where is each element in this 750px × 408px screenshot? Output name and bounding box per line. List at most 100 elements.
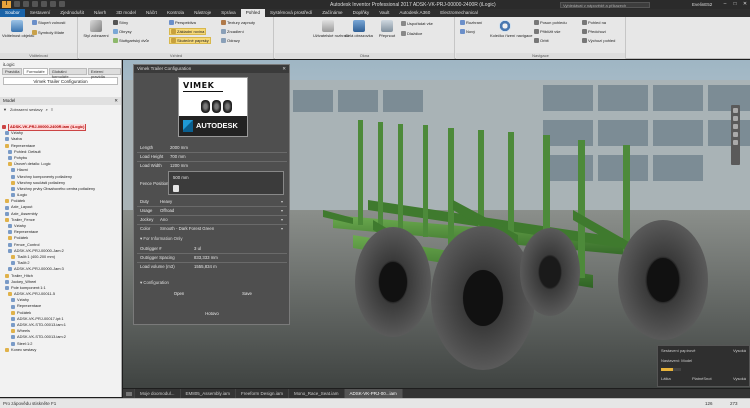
ilogic-tab-rules[interactable]: Pravidla [2, 68, 23, 75]
info-section-header[interactable]: ▾ For Information Only [140, 236, 183, 242]
jockey-select[interactable]: Ano [160, 217, 168, 222]
shadows-button[interactable]: Stíny [113, 20, 128, 25]
ribbon-tab[interactable]: Nástroje [189, 9, 216, 17]
zoom-icon[interactable] [733, 124, 738, 129]
environment-button[interactable]: Stuttgartský dvůr [113, 38, 149, 43]
reflections-button[interactable]: Odrazy [221, 38, 240, 43]
new-window-button[interactable]: Nový [460, 29, 475, 34]
minimize-icon[interactable]: – [722, 1, 728, 7]
close-icon[interactable]: ✕ [282, 65, 289, 73]
user-interface-button[interactable]: Uživatelské rozhraní [313, 20, 349, 38]
ribbon-tab[interactable]: Zjednodušit [55, 9, 89, 17]
document-tab[interactable]: EM805_Assembly.iam [181, 389, 236, 398]
open-button[interactable]: Open [168, 291, 190, 296]
autodesk-wordmark: AUTODESK [179, 116, 247, 136]
close-icon[interactable]: ✕ [114, 98, 118, 104]
ribbon-tab[interactable]: Vault [374, 9, 394, 17]
render-quality[interactable]: Vysoká [733, 348, 746, 353]
imate-symbols-button[interactable]: Symboly iMate [32, 30, 64, 35]
ground-plane-button[interactable]: Základní rovina [169, 28, 207, 35]
perspective-button[interactable]: Perspektiva [169, 20, 196, 25]
tab-overview-icon[interactable] [123, 389, 135, 398]
ribbon-tab[interactable]: Soubor [0, 9, 25, 17]
ribbon-tab[interactable]: Pohled [240, 9, 266, 17]
inventor-logo[interactable]: I [2, 1, 11, 8]
ribbon-tab[interactable]: Sestavení [25, 9, 55, 17]
user-name[interactable]: EvelinE52 [692, 2, 712, 7]
pan-icon[interactable] [733, 116, 738, 121]
previous-view-button[interactable]: Předchozí [582, 29, 606, 34]
ribbon-tab[interactable]: Návrh [89, 9, 111, 17]
ribbon-tab[interactable]: 3D model [111, 9, 141, 17]
ilogic-tab-external-rules[interactable]: Externí pravidla [87, 68, 121, 79]
save-icon[interactable] [32, 1, 38, 7]
duty-select[interactable]: Heavy [160, 199, 172, 204]
zoom-all-button[interactable]: Přiblížit vše [534, 29, 560, 34]
full-screen-button[interactable]: Celá obrazovka [345, 20, 373, 38]
chevron-down-icon[interactable]: ▾ [281, 199, 283, 204]
document-tabs: Moje doomodul... EM805_Assembly.iam Freefo… [123, 389, 750, 398]
document-tab[interactable]: Mono_Race_Seat.iam [289, 389, 345, 398]
outlines-button[interactable]: Obrysy [113, 29, 132, 34]
redo-icon[interactable] [50, 1, 56, 7]
load-width-value[interactable]: 1200 mm [170, 163, 188, 168]
done-button[interactable]: Hotovo [196, 311, 228, 316]
filter-icon[interactable]: ▼ [3, 107, 7, 112]
tree-node-icon [5, 347, 9, 352]
ilogic-tab-global-forms[interactable]: Globální formuláře [48, 68, 87, 79]
tree-node[interactable]: Konec sestavy [0, 347, 121, 353]
tile-button[interactable]: Dlaždice [401, 31, 422, 36]
mirror-button[interactable]: Zrcadlení [221, 29, 244, 34]
new-file-icon[interactable] [14, 1, 20, 7]
fence-position-value[interactable]: 500 mm [173, 175, 189, 180]
usage-select[interactable]: Offroad [160, 208, 174, 213]
chevron-down-icon[interactable]: ▾ [281, 208, 283, 213]
orbit-icon[interactable] [733, 132, 738, 137]
ray-tracing-button[interactable]: Skutečné paprsky [169, 37, 211, 44]
look-at-icon[interactable] [733, 140, 738, 145]
steering-wheel-button[interactable]: Kolečko řízení navigace [490, 20, 532, 38]
ribbon-tab[interactable]: Správa [216, 9, 241, 17]
menu-icon[interactable]: ≡ [51, 107, 53, 112]
object-visibility-button[interactable]: Viditelnost objektu [2, 20, 34, 38]
home-view-button[interactable]: Výchozí pohled [582, 38, 615, 43]
pan-button[interactable]: Posun pohledu [534, 20, 567, 25]
open-icon[interactable] [23, 1, 29, 7]
color-select[interactable]: Smooth - Dark Forest Green [160, 226, 214, 231]
document-tab[interactable]: Moje doomodul... [135, 389, 181, 398]
document-tab[interactable]: Freeform Design.iam [236, 389, 289, 398]
ribbon-tab[interactable]: Systémová prostředí [265, 9, 317, 17]
fence-position-slider[interactable] [173, 185, 179, 192]
ribbon-tab[interactable]: Začínáme [317, 9, 347, 17]
home-icon[interactable] [59, 1, 65, 7]
textures-button[interactable]: Textury zapnuty [221, 20, 255, 25]
ribbon-tab[interactable]: Kontrola [162, 9, 189, 17]
close-icon[interactable]: ✕ [742, 1, 748, 7]
chevron-down-icon[interactable]: ▾ [281, 226, 283, 231]
document-tab[interactable]: ADSK-VK-PRJ-00...iam [344, 389, 403, 398]
switch-button[interactable]: Přepnout [375, 20, 399, 38]
arrange-all-button[interactable]: Uspořádat vše [401, 21, 433, 26]
chevron-down-icon[interactable]: ▾ [281, 217, 283, 222]
display-style-button[interactable]: Styl zobrazení [82, 20, 110, 38]
ribbon-tab[interactable]: Autodesk A360 [394, 9, 435, 17]
dof-button[interactable]: Viditelnost objektuStupeň volnosti [32, 20, 65, 25]
load-height-value[interactable]: 700 mm [170, 154, 186, 159]
tree-node-icon [5, 279, 9, 284]
orbit-button[interactable]: Orbit [534, 38, 549, 43]
configuration-section-header[interactable]: ▾ Configuration [140, 280, 169, 286]
ribbon-tab[interactable]: Doplňky [348, 9, 375, 17]
search-icon[interactable]: ⌕ [46, 107, 48, 112]
full-screen-icon [353, 20, 365, 32]
ribbon-tab[interactable]: Náčrt [141, 9, 162, 17]
length-value[interactable]: 2000 mm [170, 145, 188, 150]
look-at-button[interactable]: Pohled na [582, 20, 606, 25]
ribbon-tab[interactable]: Electromechanical [435, 9, 483, 17]
steering-wheel-icon[interactable] [733, 108, 738, 113]
maximize-icon[interactable]: □ [732, 1, 738, 7]
save-button[interactable]: Save [236, 291, 258, 296]
ilogic-tab-forms[interactable]: Formuláře [23, 68, 48, 75]
help-search-input[interactable]: Vyhledávat v nápovědě a příkazech [560, 1, 650, 8]
interface-button[interactable]: Rozhraní [460, 20, 482, 25]
undo-icon[interactable] [41, 1, 47, 7]
